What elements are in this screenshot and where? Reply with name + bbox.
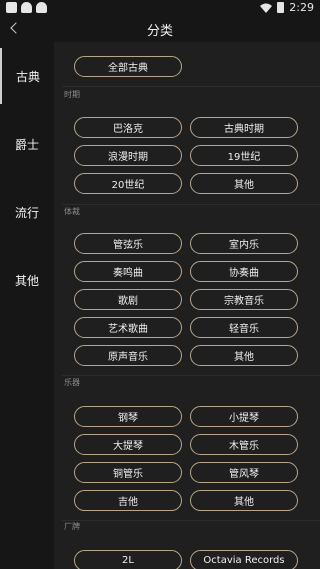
section-label-period: 时期 bbox=[64, 90, 80, 99]
tag-button[interactable]: 宗教音乐 bbox=[190, 289, 298, 310]
snapchat-icon bbox=[21, 2, 32, 13]
sidebar-item-jazz[interactable]: 爵士 bbox=[0, 116, 54, 172]
sidebar-item-label: 其他 bbox=[14, 273, 39, 288]
page-title: 分类 bbox=[146, 24, 173, 39]
tag-button[interactable]: 小提琴 bbox=[190, 406, 298, 427]
sidebar-item-classical[interactable]: 古典 bbox=[0, 48, 54, 104]
tag-button[interactable]: 铜管乐 bbox=[74, 462, 182, 483]
tag-button[interactable]: Octavia Records bbox=[190, 550, 298, 569]
tag-button[interactable]: 木管乐 bbox=[190, 434, 298, 455]
tag-button[interactable]: 其他 bbox=[190, 173, 298, 194]
section-label-instrument: 乐器 bbox=[64, 378, 80, 387]
tag-button[interactable]: 20世纪 bbox=[74, 173, 182, 194]
tag-button[interactable]: 轻音乐 bbox=[190, 317, 298, 338]
section-label-label: 厂牌 bbox=[64, 522, 80, 531]
tag-button[interactable]: 管弦乐 bbox=[74, 233, 182, 254]
category-sidebar: 古典 爵士 流行 其他 bbox=[0, 42, 54, 569]
sidebar-item-other[interactable]: 其他 bbox=[0, 252, 54, 308]
sidebar-item-label: 流行 bbox=[14, 205, 39, 220]
tag-button[interactable]: 管风琴 bbox=[190, 462, 298, 483]
status-bar: 2:29 bbox=[0, 0, 320, 16]
section-label-genre: 体裁 bbox=[64, 207, 80, 216]
tag-button[interactable]: 原声音乐 bbox=[74, 345, 182, 366]
tag-button[interactable]: 其他 bbox=[190, 345, 298, 366]
qq-icon bbox=[36, 2, 47, 13]
tag-button[interactable]: 艺术歌曲 bbox=[74, 317, 182, 338]
divider bbox=[62, 375, 320, 376]
sidebar-item-pop[interactable]: 流行 bbox=[0, 184, 54, 240]
category-content: 全部古典 时期 巴洛克 古典时期 浪漫时期 19世纪 20世纪 其他 体裁 管弦… bbox=[54, 42, 320, 569]
tag-button[interactable]: 大提琴 bbox=[74, 434, 182, 455]
tag-button[interactable]: 浪漫时期 bbox=[74, 145, 182, 166]
notification-icon bbox=[6, 2, 17, 13]
tag-button[interactable]: 2L bbox=[74, 550, 182, 569]
tag-button[interactable]: 吉他 bbox=[74, 490, 182, 511]
tag-button[interactable]: 奏鸣曲 bbox=[74, 261, 182, 282]
tag-button[interactable]: 其他 bbox=[190, 490, 298, 511]
divider bbox=[62, 204, 320, 205]
wifi-icon bbox=[260, 3, 273, 13]
tag-button[interactable]: 巴洛克 bbox=[74, 117, 182, 138]
sidebar-item-label: 古典 bbox=[15, 69, 40, 84]
tag-button[interactable]: 古典时期 bbox=[190, 117, 298, 138]
tag-button[interactable]: 19世纪 bbox=[190, 145, 298, 166]
divider bbox=[62, 86, 320, 87]
divider bbox=[62, 520, 320, 521]
tag-button[interactable]: 歌剧 bbox=[74, 289, 182, 310]
tag-button[interactable]: 室内乐 bbox=[190, 233, 298, 254]
all-classical-button[interactable]: 全部古典 bbox=[74, 56, 182, 77]
tag-button[interactable]: 协奏曲 bbox=[190, 261, 298, 282]
tag-button[interactable]: 钢琴 bbox=[74, 406, 182, 427]
battery-icon bbox=[277, 2, 285, 13]
header: 分类 bbox=[0, 16, 320, 42]
sidebar-item-label: 爵士 bbox=[14, 137, 39, 152]
status-time: 2:29 bbox=[289, 1, 314, 14]
